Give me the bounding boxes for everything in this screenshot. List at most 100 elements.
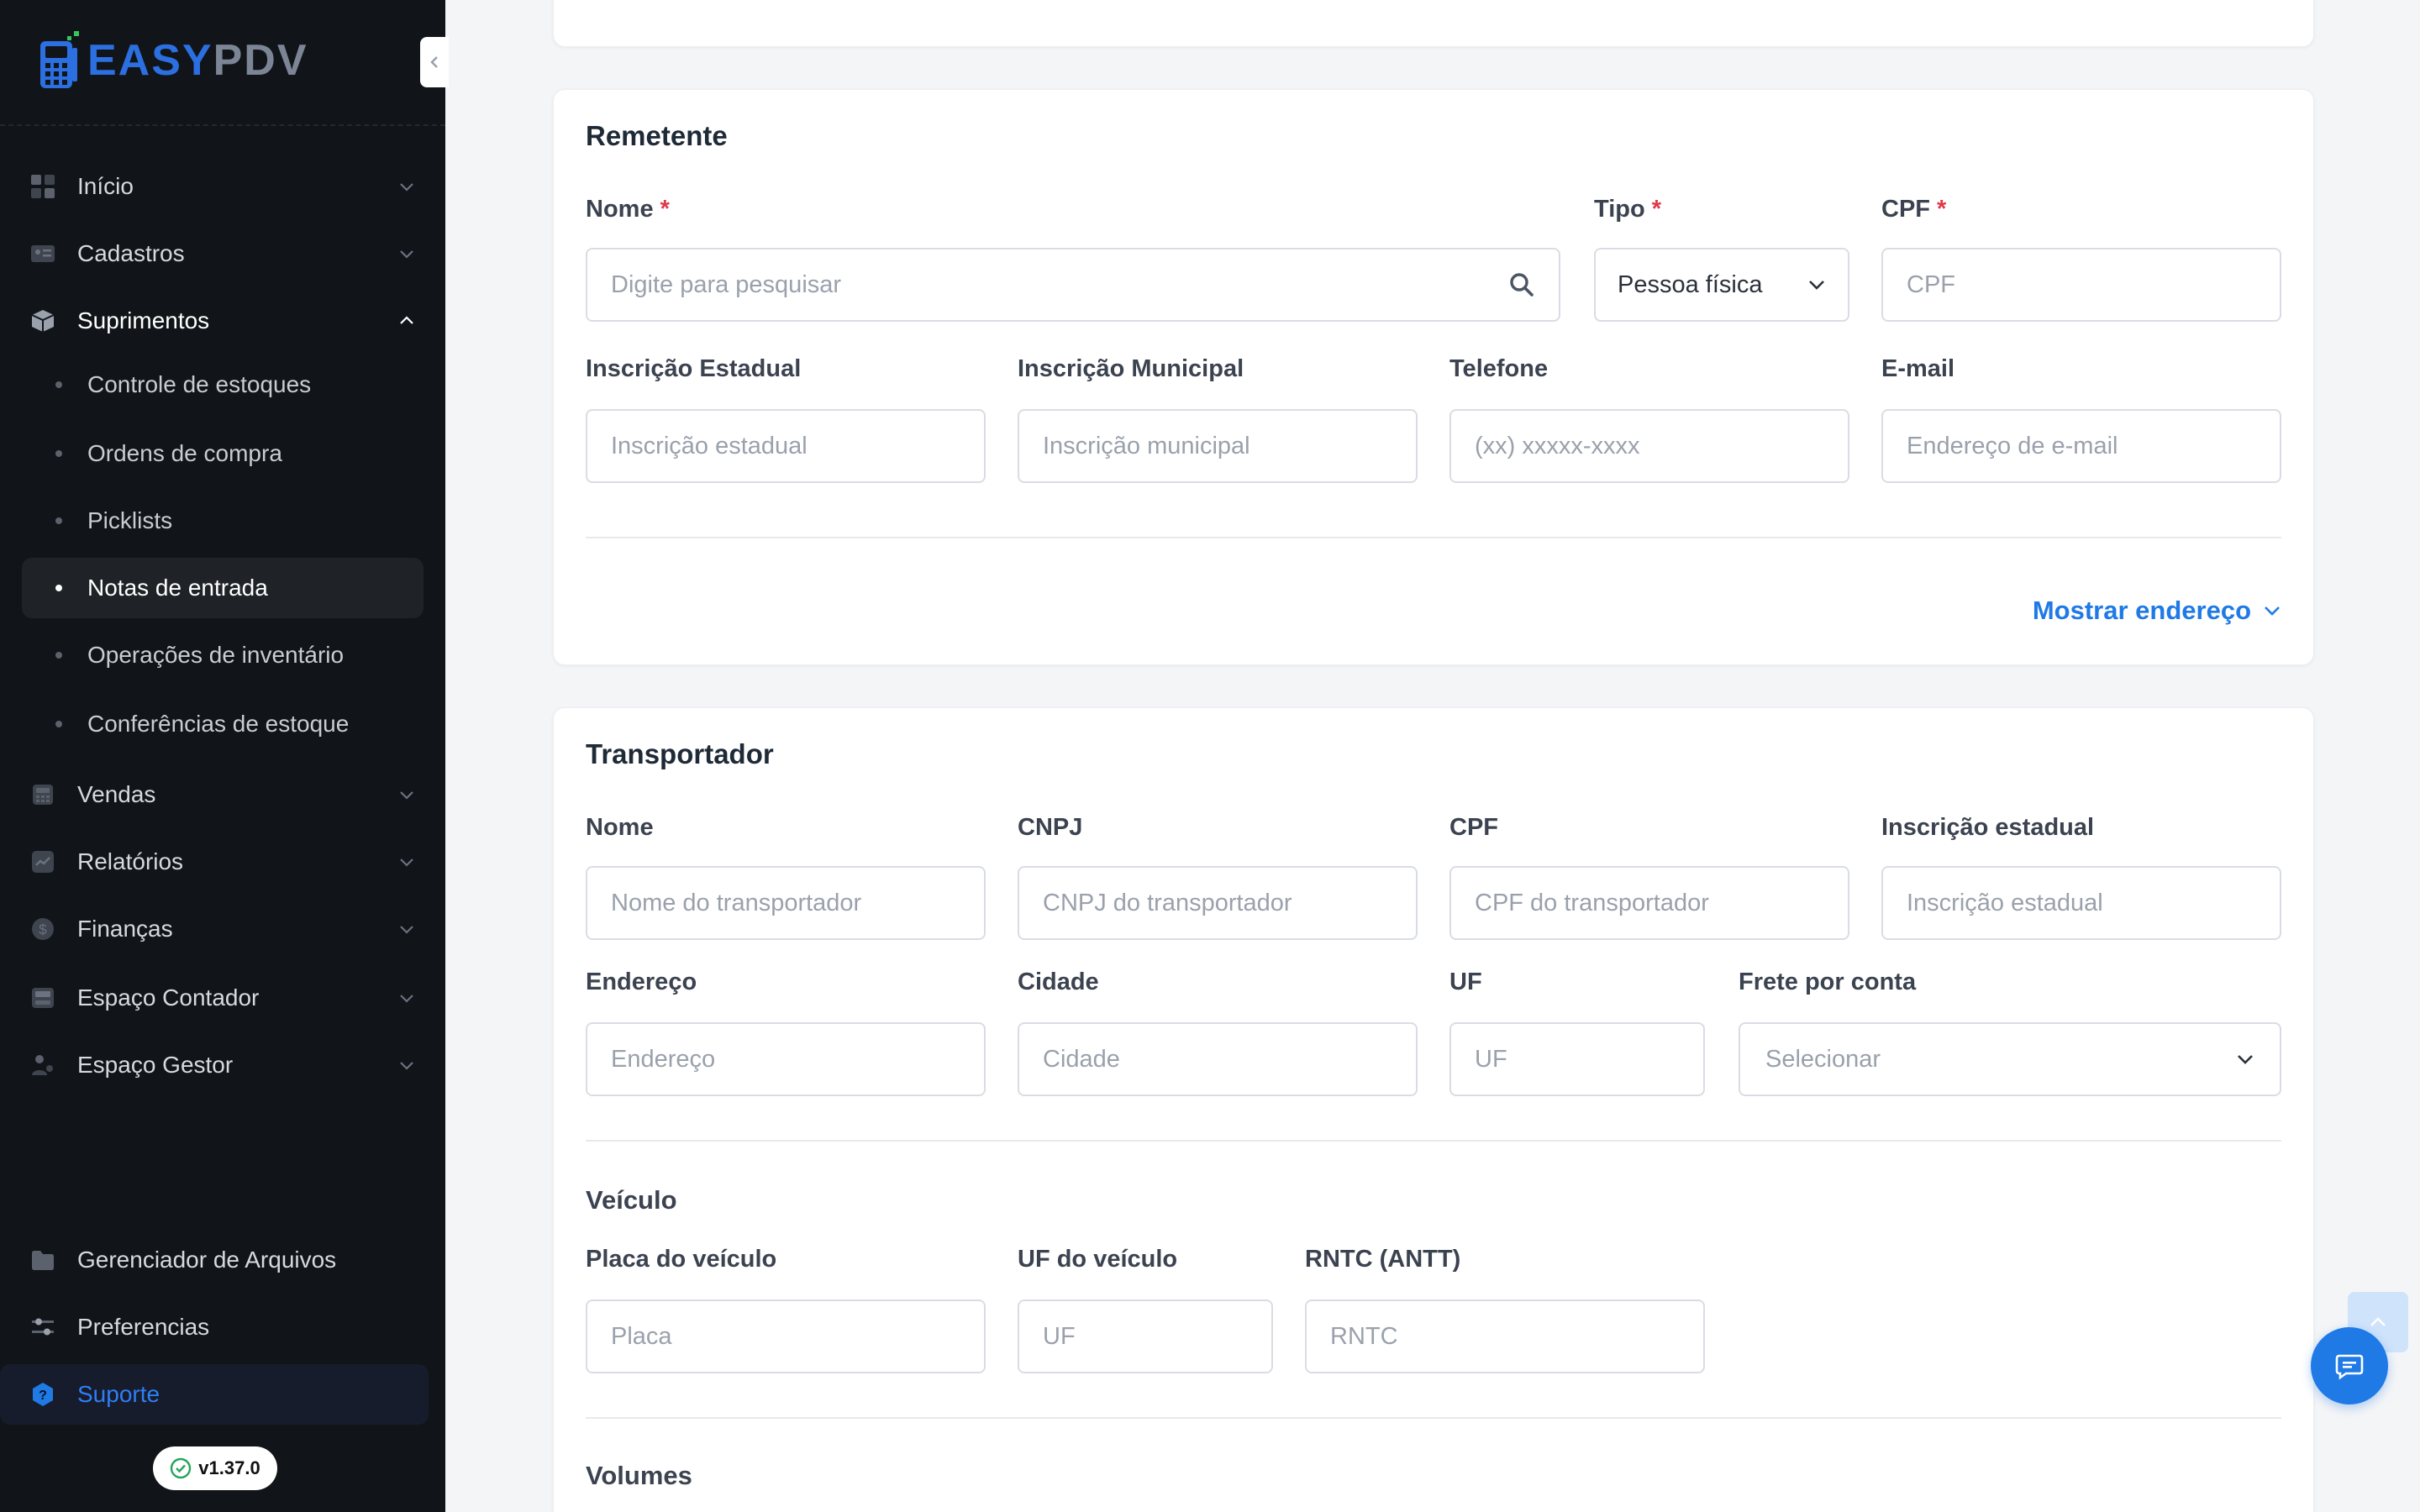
sidebar-item-inicio[interactable]: Início	[22, 156, 427, 217]
placeholder: Endereço	[611, 1045, 716, 1073]
rntc-label: RNTC (ANTT)	[1305, 1246, 1461, 1273]
link-label: Mostrar endereço	[2032, 596, 2251, 625]
veiculo-heading: Veículo	[586, 1185, 677, 1215]
box-icon	[29, 307, 57, 335]
sidebar-item-preferencias[interactable]: Preferencias	[22, 1297, 427, 1357]
sidebar-subitem-label: Picklists	[87, 507, 173, 533]
cidade-input[interactable]: Cidade	[1018, 1022, 1418, 1096]
section-title: Remetente	[586, 120, 728, 151]
bullet	[55, 450, 62, 457]
sidebar-item-espaco-contador[interactable]: Espaço Contador	[22, 968, 427, 1028]
cpf-label: CPF *	[1881, 196, 1947, 223]
placeholder: Placa	[611, 1322, 672, 1350]
placeholder: UF	[1043, 1322, 1076, 1350]
chevron-down-icon	[397, 919, 417, 939]
chevron-down-icon	[397, 244, 417, 264]
bullet	[55, 721, 62, 727]
placa-input[interactable]: Placa	[586, 1299, 986, 1373]
sidebar-item-label: Suprimentos	[77, 307, 210, 333]
placeholder: Selecionar	[1765, 1045, 1881, 1073]
sidebar-item-gerenciador-arquivos[interactable]: Gerenciador de Arquivos	[22, 1230, 427, 1290]
placeholder: CPF do transportador	[1475, 889, 1709, 916]
email-input[interactable]: Endereço de e-mail	[1881, 409, 2281, 483]
chevron-down-icon	[397, 1055, 417, 1075]
chat-support-button[interactable]	[2311, 1327, 2388, 1404]
frete-por-conta-select[interactable]: Selecionar	[1739, 1022, 2281, 1096]
bullet	[55, 517, 62, 524]
svg-text:?: ?	[39, 1389, 47, 1403]
help-icon: ?	[29, 1380, 57, 1409]
placeholder: Endereço de e-mail	[1907, 432, 2118, 459]
uf-veiculo-input[interactable]: UF	[1018, 1299, 1273, 1373]
calculator-icon	[29, 984, 57, 1012]
sidebar-item-financas[interactable]: $ Finanças	[22, 899, 427, 959]
volumes-heading: Volumes	[586, 1461, 692, 1490]
version-badge: v1.37.0	[153, 1446, 277, 1490]
search-icon	[1510, 273, 1534, 297]
uf-input[interactable]: UF	[1449, 1022, 1705, 1096]
endereco-input[interactable]: Endereço	[586, 1022, 986, 1096]
telefone-input[interactable]: (xx) xxxxx-xxxx	[1449, 409, 1849, 483]
nome-label: Nome *	[586, 196, 670, 223]
grid-icon	[29, 172, 57, 201]
inscricao-municipal-input[interactable]: Inscrição municipal	[1018, 409, 1418, 483]
rntc-input[interactable]: RNTC	[1305, 1299, 1705, 1373]
cnpj-input[interactable]: CNPJ do transportador	[1018, 866, 1418, 940]
register-icon	[29, 780, 57, 809]
sidebar-item-label: Espaço Gestor	[77, 1052, 234, 1078]
placa-label: Placa do veículo	[586, 1246, 777, 1273]
transportador-nome-input[interactable]: Nome do transportador	[586, 866, 986, 940]
svg-text:$: $	[39, 921, 47, 937]
chevron-down-icon	[1809, 281, 1824, 290]
sidebar-subitem-picklists[interactable]: Picklists	[22, 491, 424, 551]
sidebar: EASYPDV Início Cadastros Suprimentos Con…	[0, 0, 449, 1512]
collapse-sidebar-button[interactable]	[420, 37, 449, 87]
sidebar-item-label: Preferencias	[77, 1314, 210, 1340]
placeholder: Nome do transportador	[611, 889, 862, 916]
sidebar-subitem-notas-entrada[interactable]: Notas de entrada	[22, 558, 424, 618]
section-divider	[586, 1417, 2281, 1419]
bullet	[55, 381, 62, 388]
endereco-label: Endereço	[586, 969, 697, 995]
inscricao-estadual-label: Inscrição Estadual	[586, 355, 802, 382]
chevron-down-icon	[397, 852, 417, 872]
sidebar-item-suprimentos[interactable]: Suprimentos	[22, 291, 427, 351]
transportador-card: Transportador Nome Nome do transportador…	[553, 707, 2314, 1512]
transportador-ie-input[interactable]: Inscrição estadual	[1881, 866, 2281, 940]
sliders-icon	[29, 1313, 57, 1341]
cpf-input[interactable]: CPF	[1881, 248, 2281, 322]
chevron-down-icon	[397, 988, 417, 1008]
section-title: Transportador	[586, 738, 774, 769]
app-logo[interactable]: EASYPDV	[39, 29, 308, 92]
section-divider	[586, 537, 2281, 538]
placeholder: CNPJ do transportador	[1043, 889, 1292, 916]
tipo-label: Tipo *	[1594, 196, 1661, 223]
sidebar-subitem-controle-estoques[interactable]: Controle de estoques	[22, 354, 424, 415]
sidebar-subitem-conferencias-estoque[interactable]: Conferências de estoque	[22, 694, 424, 754]
selected-value: Pessoa física	[1618, 270, 1763, 298]
telefone-label: Telefone	[1449, 355, 1549, 382]
cidade-label: Cidade	[1018, 969, 1099, 995]
sidebar-item-relatorios[interactable]: Relatórios	[22, 832, 427, 892]
sidebar-item-espaco-gestor[interactable]: Espaço Gestor	[22, 1035, 427, 1095]
sidebar-subitem-ordens-compra[interactable]: Ordens de compra	[22, 423, 424, 484]
sidebar-subitem-operacoes-inventario[interactable]: Operações de inventário	[22, 625, 424, 685]
email-label: E-mail	[1881, 355, 1955, 382]
bullet	[55, 585, 62, 591]
show-address-link[interactable]: Mostrar endereço	[2033, 596, 2281, 626]
remetente-nome-search-input[interactable]: Digite para pesquisar	[586, 248, 1560, 322]
placeholder: (xx) xxxxx-xxxx	[1475, 432, 1640, 459]
tipo-select[interactable]: Pessoa física	[1594, 248, 1849, 322]
chevron-down-icon	[397, 176, 417, 197]
inscricao-estadual-input[interactable]: Inscrição estadual	[586, 409, 986, 483]
sidebar-item-label: Finanças	[77, 916, 173, 942]
sidebar-item-vendas[interactable]: Vendas	[22, 764, 427, 825]
check-circle-icon	[171, 1457, 192, 1479]
user-icon	[29, 1051, 57, 1079]
chevron-up-icon	[397, 311, 417, 331]
transportador-cpf-input[interactable]: CPF do transportador	[1449, 866, 1849, 940]
sidebar-item-suporte[interactable]: ? Suporte	[0, 1364, 429, 1425]
sidebar-item-cadastros[interactable]: Cadastros	[22, 223, 427, 284]
chart-icon	[29, 848, 57, 876]
sidebar-subitem-label: Ordens de compra	[87, 440, 282, 466]
